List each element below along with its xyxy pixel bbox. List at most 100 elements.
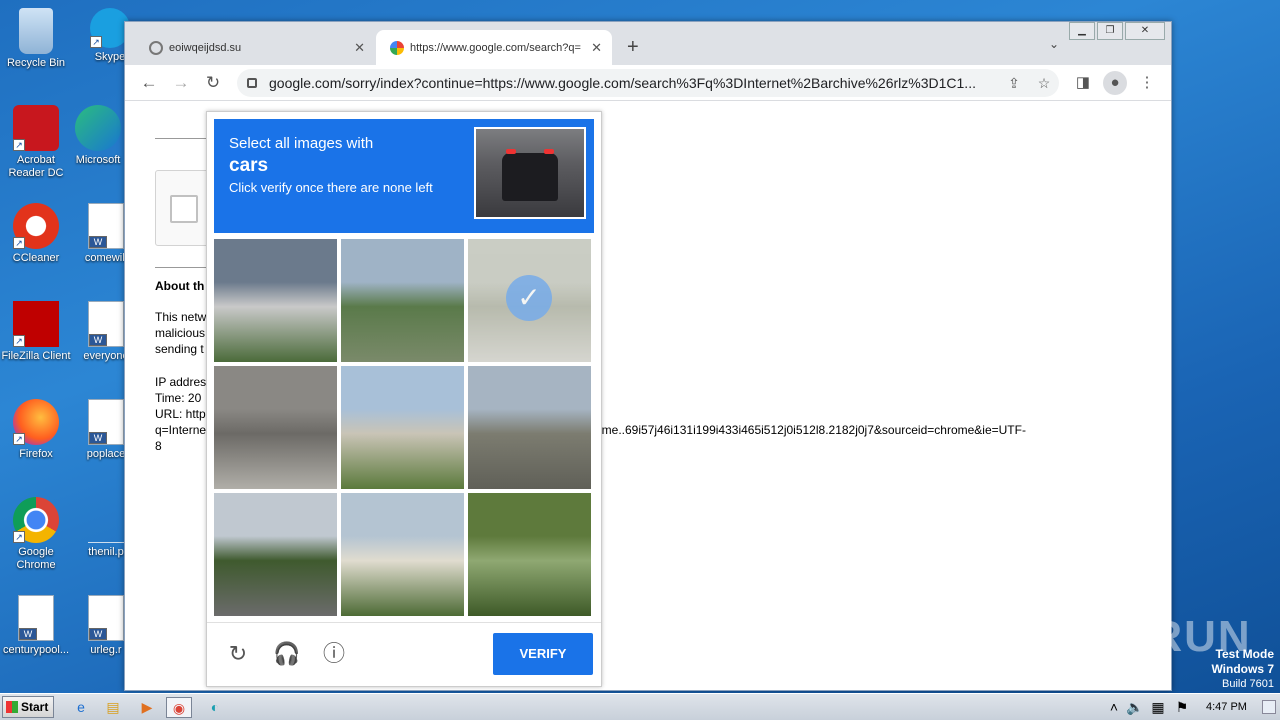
taskbar: Start e ▤ ▶ ◉ ◐ ˄ 🔈 ▦ ⚑ 4:47 PM bbox=[0, 693, 1280, 720]
captcha-tile[interactable] bbox=[468, 493, 591, 616]
recaptcha-checkbox[interactable] bbox=[170, 195, 198, 223]
windows-logo-icon bbox=[6, 701, 18, 713]
explorer-taskbar-icon[interactable]: ▤ bbox=[100, 697, 126, 718]
side-panel-icon[interactable]: ◨ bbox=[1071, 71, 1095, 95]
example-car-image bbox=[474, 127, 586, 219]
desktop-icon-filezilla[interactable]: ↗ FileZilla Client bbox=[0, 301, 72, 363]
desktop-icon-label: CCleaner bbox=[12, 252, 60, 264]
address-bar[interactable]: google.com/sorry/index?continue=https://… bbox=[237, 69, 1059, 97]
word-doc-icon: W bbox=[88, 595, 124, 641]
captcha-tile[interactable] bbox=[214, 493, 337, 616]
lock-icon bbox=[247, 78, 257, 88]
menu-kebab-icon[interactable]: ⋮ bbox=[1135, 71, 1159, 95]
desktop-icon-centurypool[interactable]: W centurypool... bbox=[0, 595, 72, 657]
blank-file-icon bbox=[88, 497, 124, 543]
test-mode-line: Test Mode bbox=[1215, 647, 1274, 661]
close-tab-icon[interactable]: ✕ bbox=[354, 40, 365, 56]
tab-title: eoiwqeijdsd.su bbox=[169, 41, 242, 54]
start-label: Start bbox=[21, 700, 49, 714]
desktop-icon-firefox[interactable]: ↗ Firefox bbox=[0, 399, 72, 461]
action-center-flag-icon[interactable]: ⚑ bbox=[1172, 697, 1192, 718]
paragraph-line: malicious bbox=[155, 326, 206, 340]
desktop-icon-label: Firefox bbox=[19, 448, 53, 460]
checkmark-icon: ✓ bbox=[506, 275, 552, 321]
captcha-target: cars bbox=[229, 155, 269, 176]
captcha-instruction: Select all images with bbox=[229, 135, 374, 152]
ccleaner-icon: ↗ bbox=[13, 203, 59, 249]
desktop-icon-recycle-bin[interactable]: Recycle Bin bbox=[0, 8, 72, 70]
captcha-tile[interactable] bbox=[214, 366, 337, 489]
tab-title: https://www.google.com/search?q= bbox=[410, 41, 581, 54]
network-icon[interactable]: ▦ bbox=[1148, 697, 1168, 718]
word-doc-icon: W bbox=[88, 301, 124, 347]
url-text: google.com/sorry/index?continue=https://… bbox=[269, 75, 976, 91]
url-wrap-line: 8 bbox=[155, 439, 162, 453]
test-mode-notice: Test Mode Windows 7 Build 7601 bbox=[1211, 647, 1274, 691]
minimize-button[interactable]: ▁ bbox=[1069, 22, 1095, 40]
browser-toolbar: ← → ↻ google.com/sorry/index?continue=ht… bbox=[125, 65, 1171, 101]
close-window-button[interactable]: ✕ bbox=[1125, 22, 1165, 40]
globe-icon bbox=[149, 40, 163, 55]
verify-button[interactable]: VERIFY bbox=[493, 633, 593, 675]
captcha-footer: ↻ 🎧 ⓘ VERIFY bbox=[207, 622, 601, 686]
recycle-bin-icon bbox=[19, 8, 53, 54]
profile-avatar-icon[interactable]: ● bbox=[1103, 71, 1127, 95]
edge-icon bbox=[75, 105, 121, 151]
car-shape bbox=[502, 153, 558, 201]
captcha-hint: Click verify once there are none left bbox=[229, 180, 433, 195]
captcha-tile[interactable] bbox=[341, 493, 464, 616]
tab-bar: eoiwqeijdsd.su ✕ https://www.google.com/… bbox=[125, 22, 1171, 65]
time-line: Time: 20 bbox=[155, 391, 202, 405]
chrome-taskbar-icon[interactable]: ◉ bbox=[166, 697, 192, 718]
tab-search-button[interactable]: ⌄ bbox=[1049, 37, 1059, 51]
info-icon[interactable]: ⓘ bbox=[321, 641, 347, 667]
captcha-tile[interactable] bbox=[341, 239, 464, 362]
audio-challenge-icon[interactable]: 🎧 bbox=[273, 641, 300, 667]
paragraph-line: This netw bbox=[155, 310, 207, 324]
tray-expand-icon[interactable]: ˄ bbox=[1106, 697, 1122, 718]
word-doc-icon: W bbox=[88, 203, 124, 249]
word-doc-icon: W bbox=[88, 399, 124, 445]
chrome-icon: ↗ bbox=[13, 497, 59, 543]
restore-button[interactable]: ❐ bbox=[1097, 22, 1123, 40]
share-icon[interactable]: ⇪ bbox=[999, 75, 1029, 92]
volume-icon[interactable]: 🔈 bbox=[1126, 697, 1144, 718]
start-button[interactable]: Start bbox=[2, 696, 54, 718]
desktop-icon-label: centurypool... bbox=[2, 644, 70, 656]
bookmark-star-icon[interactable]: ☆ bbox=[1029, 75, 1059, 92]
clock[interactable]: 4:47 PM bbox=[1206, 701, 1247, 713]
paragraph-line: sending t bbox=[155, 342, 204, 356]
desktop-icon-chrome[interactable]: ↗ Google Chrome bbox=[0, 497, 72, 572]
edge-taskbar-icon[interactable]: ◐ bbox=[202, 697, 228, 718]
close-tab-icon[interactable]: ✕ bbox=[591, 40, 602, 56]
forward-arrow-icon[interactable]: → bbox=[169, 71, 193, 95]
tab-google-search[interactable]: https://www.google.com/search?q= ✕ bbox=[376, 30, 612, 65]
media-player-taskbar-icon[interactable]: ▶ bbox=[134, 697, 160, 718]
captcha-tile[interactable]: ✓ bbox=[468, 239, 591, 362]
acrobat-icon: ↗ bbox=[13, 105, 59, 151]
google-icon bbox=[390, 40, 404, 55]
window-controls: ▁ ❐ ✕ bbox=[1067, 22, 1165, 40]
reload-challenge-icon[interactable]: ↻ bbox=[225, 641, 251, 667]
back-arrow-icon[interactable]: ← bbox=[137, 71, 161, 95]
reload-icon[interactable]: ↻ bbox=[201, 71, 225, 95]
captcha-tile[interactable] bbox=[341, 366, 464, 489]
ie-taskbar-icon[interactable]: e bbox=[68, 697, 94, 718]
windows-version-line: Windows 7 bbox=[1211, 662, 1274, 676]
ip-address-line: IP addres bbox=[155, 375, 207, 389]
show-desktop-button[interactable] bbox=[1262, 700, 1276, 714]
captcha-header: Select all images with cars Click verify… bbox=[214, 119, 594, 233]
captcha-challenge: Select all images with cars Click verify… bbox=[206, 111, 602, 687]
filezilla-icon: ↗ bbox=[13, 301, 59, 347]
about-heading: About th bbox=[155, 279, 205, 293]
captcha-tile[interactable] bbox=[214, 239, 337, 362]
captcha-tile[interactable] bbox=[468, 366, 591, 489]
url-line: URL: http bbox=[155, 407, 206, 421]
desktop-icon-label: Recycle Bin bbox=[6, 57, 66, 69]
new-tab-button[interactable]: + bbox=[627, 36, 639, 59]
tail-light bbox=[506, 149, 516, 154]
tab-eoiwqeijdsd[interactable]: eoiwqeijdsd.su ✕ bbox=[135, 30, 375, 65]
desktop-icon-ccleaner[interactable]: ↗ CCleaner bbox=[0, 203, 72, 265]
url-tail-text: ome..69i57j46i131i199i433i465i512j0i512l… bbox=[595, 423, 1026, 437]
word-doc-icon: W bbox=[18, 595, 54, 641]
